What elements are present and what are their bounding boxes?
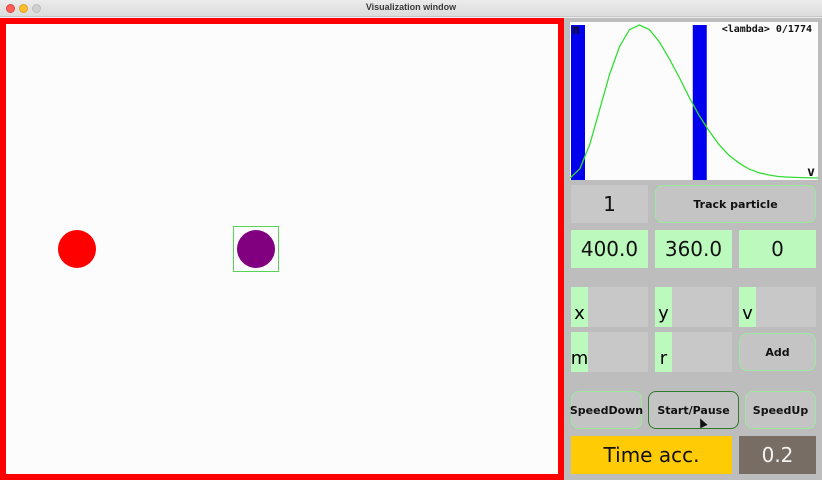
- y-axis-label: n: [572, 23, 580, 38]
- r-input-label: r: [655, 332, 672, 372]
- track-particle-button[interactable]: Track particle: [655, 185, 816, 223]
- x-axis-label: v: [807, 165, 815, 180]
- position-x-value: 400.0: [571, 230, 648, 268]
- start-pause-button[interactable]: Start/Pause: [648, 391, 739, 429]
- speed-distribution-chart: <lambda> 0/1774 n v: [570, 22, 818, 180]
- x-input-label: x: [571, 287, 588, 327]
- control-panel: <lambda> 0/1774 n v 1 Track particle 400…: [564, 18, 822, 480]
- y-input-label: y: [655, 287, 672, 327]
- add-button[interactable]: Add: [739, 333, 816, 371]
- r-input[interactable]: r: [655, 332, 732, 372]
- x-input[interactable]: x: [571, 287, 648, 327]
- chart-title: <lambda> 0/1774: [721, 24, 812, 35]
- m-input-label: m: [571, 332, 588, 372]
- chart-plot: [570, 24, 818, 180]
- title-bar: Visualization window: [0, 0, 822, 17]
- v-input[interactable]: v: [739, 287, 816, 327]
- time-acc-label: Time acc.: [571, 436, 732, 474]
- position-y-value: 360.0: [655, 230, 732, 268]
- simulation-canvas[interactable]: [0, 18, 564, 480]
- speed-down-button[interactable]: SpeedDown: [570, 391, 643, 429]
- speed-up-button[interactable]: SpeedUp: [745, 391, 816, 429]
- track-index-field[interactable]: 1: [571, 185, 648, 223]
- particle-red[interactable]: [58, 230, 96, 268]
- histogram-bar: [692, 25, 707, 180]
- particle-purple[interactable]: [237, 230, 275, 268]
- y-input[interactable]: y: [655, 287, 732, 327]
- histogram-bar: [571, 25, 585, 180]
- velocity-value: 0: [739, 230, 816, 268]
- v-input-label: v: [739, 287, 756, 327]
- window-title: Visualization window: [365, 2, 457, 12]
- m-input[interactable]: m: [571, 332, 648, 372]
- time-acc-value: 0.2: [739, 436, 816, 474]
